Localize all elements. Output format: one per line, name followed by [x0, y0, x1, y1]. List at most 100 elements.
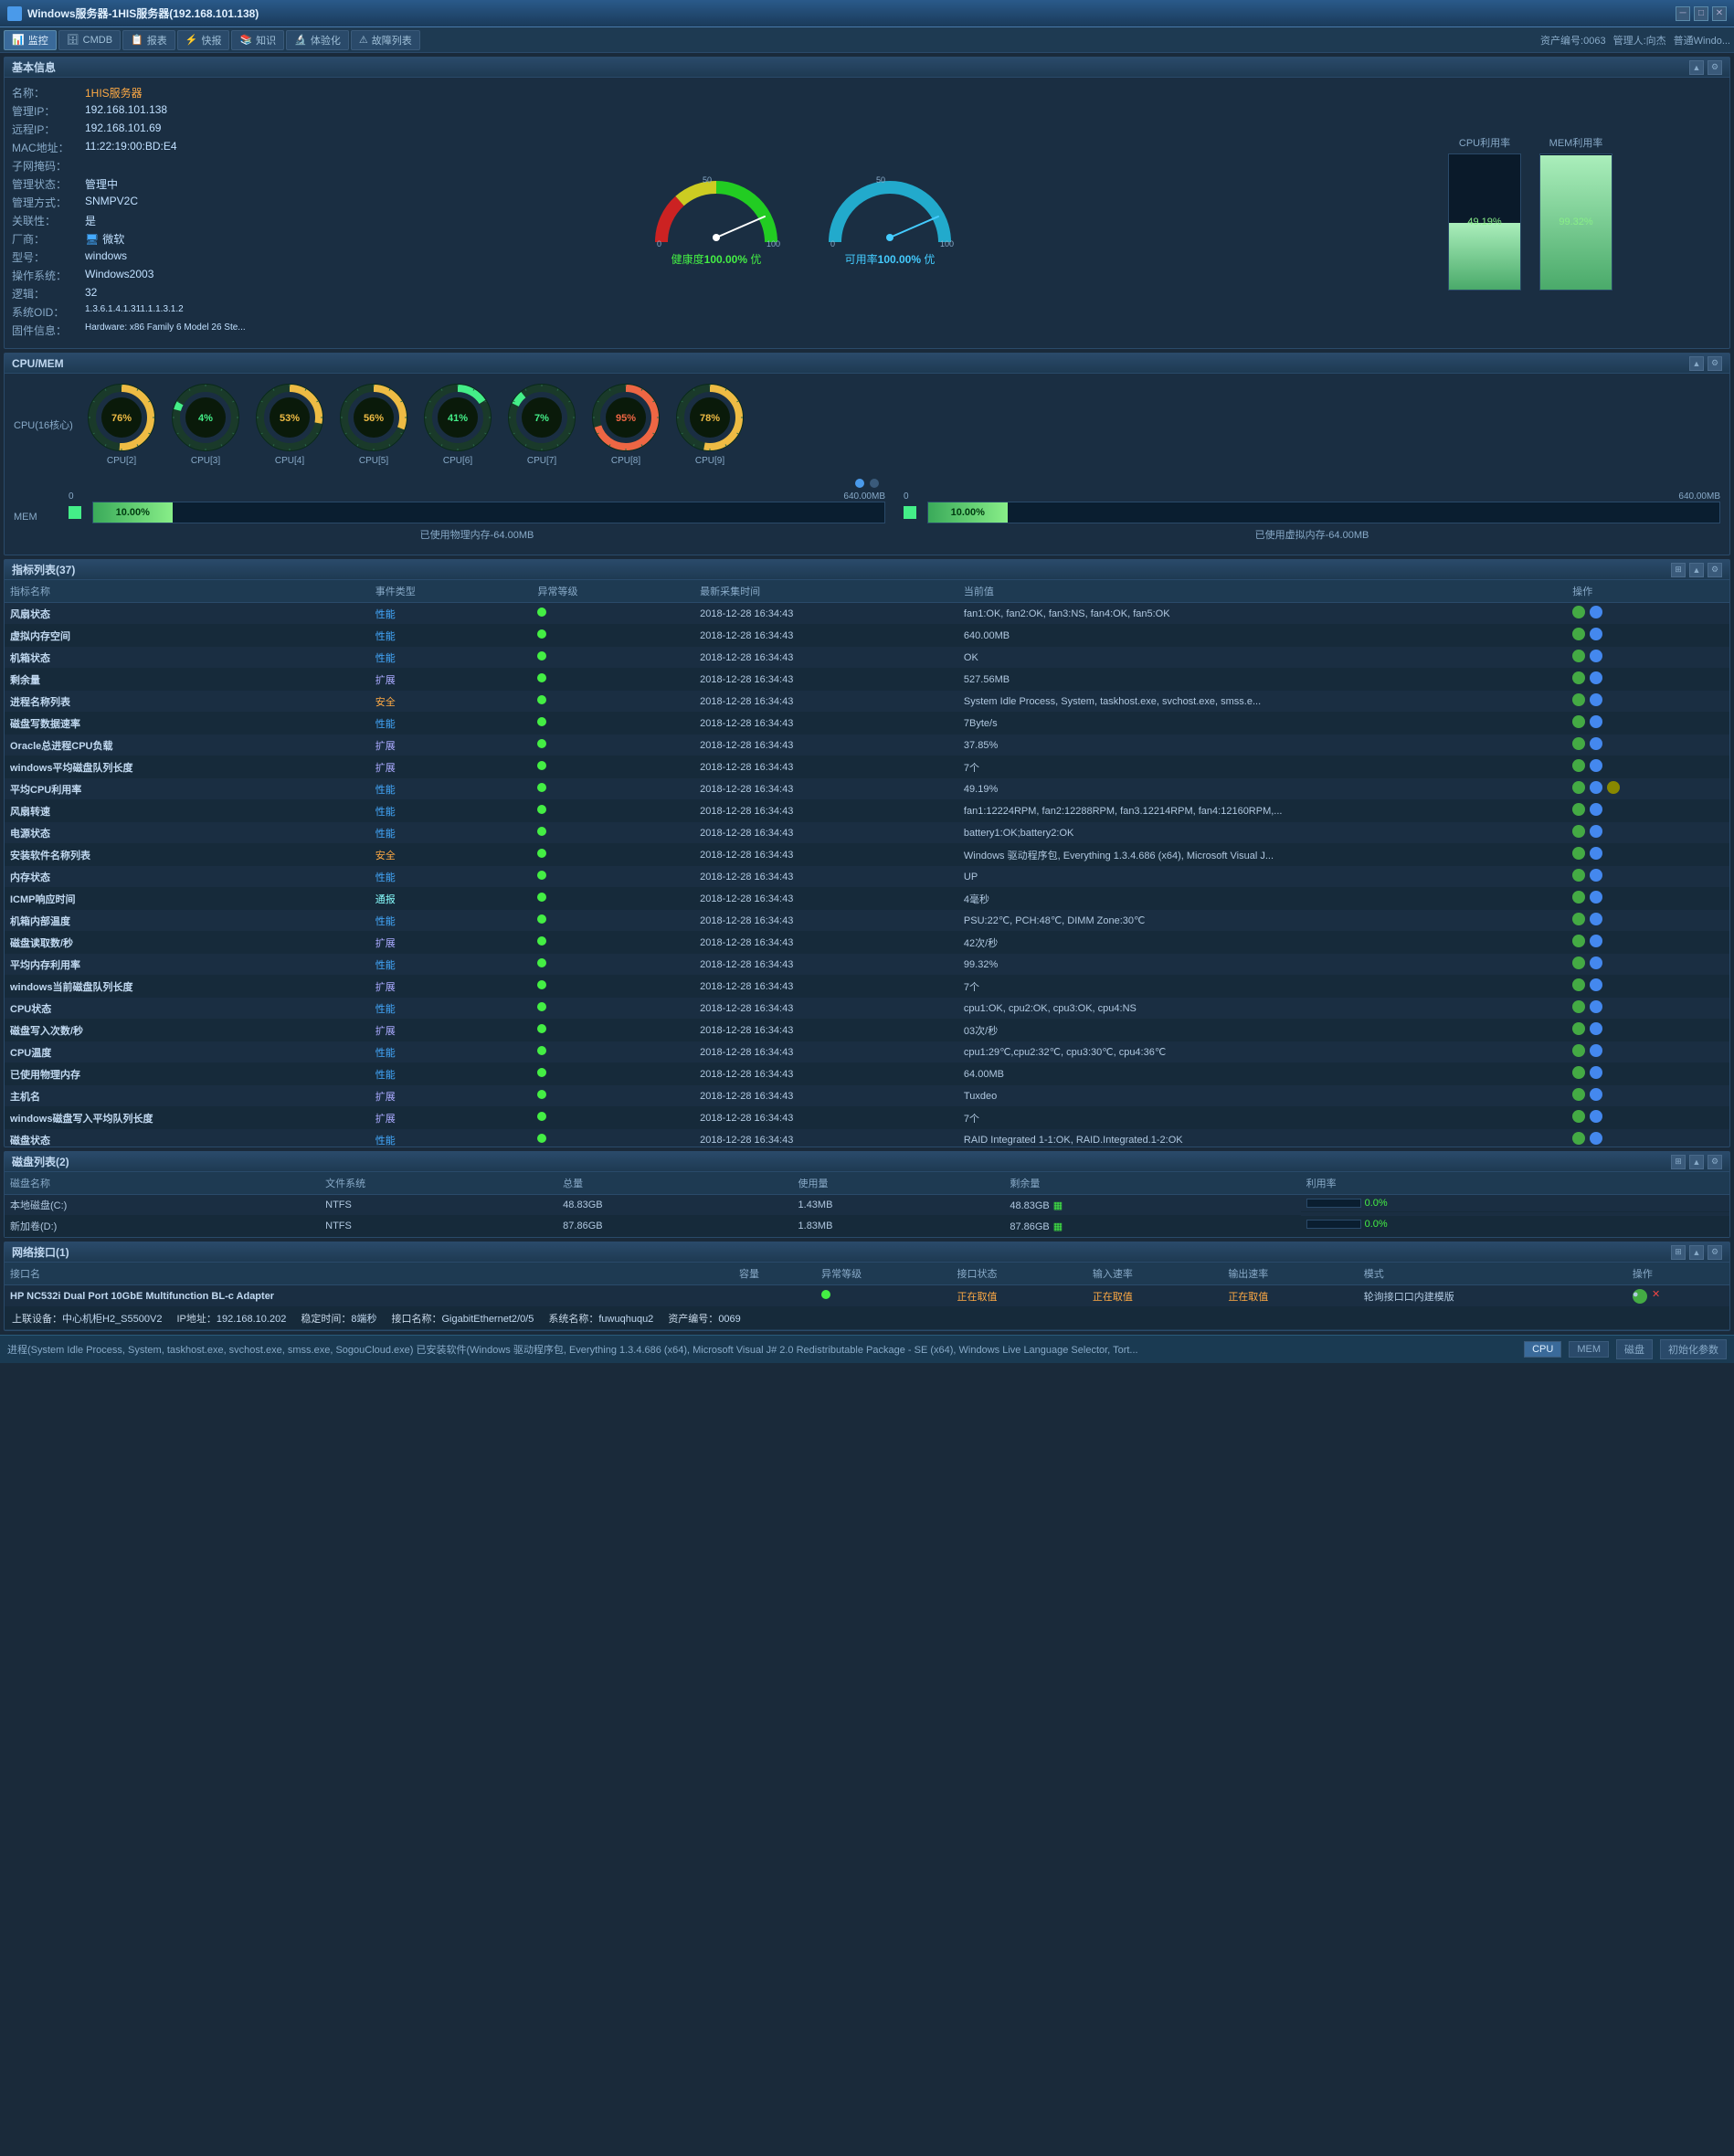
- action-info[interactable]: [1590, 606, 1602, 618]
- action-info[interactable]: [1590, 671, 1602, 684]
- indicator-section: 指标列表(37) ⊞ ▲ ⚙ 指标名称 事件类型 异常等级 最新采集时间 当前值…: [4, 559, 1730, 1147]
- action-view[interactable]: [1572, 715, 1585, 728]
- window-title: Windows服务器-1HIS服务器(192.168.101.138): [27, 5, 259, 21]
- action-info[interactable]: [1590, 1088, 1602, 1101]
- maximize-button[interactable]: □: [1694, 6, 1708, 21]
- indicator-scroll[interactable]: 指标名称 事件类型 异常等级 最新采集时间 当前值 操作 风扇状态 性能 201…: [5, 580, 1729, 1147]
- action-info[interactable]: [1590, 891, 1602, 904]
- action-view[interactable]: [1572, 650, 1585, 662]
- action-view[interactable]: [1572, 1132, 1585, 1145]
- mem-row-label: MEM: [14, 512, 50, 523]
- net-action-view[interactable]: ●: [1633, 1289, 1647, 1304]
- indicator-name: 内存状态: [5, 866, 370, 888]
- action-info[interactable]: [1590, 847, 1602, 860]
- btab-disk[interactable]: 磁盘: [1616, 1339, 1653, 1359]
- action-info[interactable]: [1590, 693, 1602, 706]
- action-view[interactable]: [1572, 891, 1585, 904]
- indicator-name: CPU状态: [5, 998, 370, 1020]
- nav-tab-experience[interactable]: 🔬 体验化: [286, 30, 349, 50]
- btab-init[interactable]: 初始化参数: [1660, 1339, 1727, 1359]
- dot-2[interactable]: [870, 479, 879, 488]
- disk-settings-button[interactable]: ⚙: [1708, 1155, 1722, 1169]
- table-row: 机箱状态 性能 2018-12-28 16:34:43 OK: [5, 647, 1729, 669]
- nav-tab-knowledge[interactable]: 📚 知识: [231, 30, 284, 50]
- action-info[interactable]: [1590, 825, 1602, 838]
- action-info[interactable]: [1590, 1000, 1602, 1013]
- action-view[interactable]: [1572, 825, 1585, 838]
- action-view[interactable]: [1572, 1022, 1585, 1035]
- action-info[interactable]: [1590, 759, 1602, 772]
- network-settings-button[interactable]: ⚙: [1708, 1245, 1722, 1260]
- indicator-collapse-button[interactable]: ▲: [1689, 563, 1704, 577]
- action-info[interactable]: [1590, 978, 1602, 991]
- action-view[interactable]: [1572, 671, 1585, 684]
- network-expand-button[interactable]: ⊞: [1671, 1245, 1686, 1260]
- indicator-expand-button[interactable]: ⊞: [1671, 563, 1686, 577]
- action-view[interactable]: [1572, 628, 1585, 640]
- action-edit[interactable]: [1607, 781, 1620, 794]
- action-info[interactable]: [1590, 737, 1602, 750]
- action-info[interactable]: [1590, 1132, 1602, 1145]
- indicator-actions: [1567, 625, 1729, 647]
- indicator-settings-button[interactable]: ⚙: [1708, 563, 1722, 577]
- action-info[interactable]: [1590, 935, 1602, 947]
- close-button[interactable]: ✕: [1712, 6, 1727, 21]
- indicator-alarm: [532, 1129, 694, 1147]
- cpu-settings-button[interactable]: ⚙: [1708, 356, 1722, 371]
- nav-tab-monitor[interactable]: 📊 监控: [4, 30, 57, 50]
- window-controls: ─ □ ✕: [1676, 6, 1727, 21]
- indicator-alarm: [532, 976, 694, 998]
- action-view[interactable]: [1572, 606, 1585, 618]
- dot-1[interactable]: [855, 479, 864, 488]
- settings-button[interactable]: ⚙: [1708, 60, 1722, 75]
- action-view[interactable]: [1572, 869, 1585, 882]
- action-info[interactable]: [1590, 956, 1602, 969]
- disk-expand-button[interactable]: ⊞: [1671, 1155, 1686, 1169]
- action-info[interactable]: [1590, 1066, 1602, 1079]
- indicator-name: 电源状态: [5, 822, 370, 844]
- network-collapse-button[interactable]: ▲: [1689, 1245, 1704, 1260]
- action-info[interactable]: [1590, 715, 1602, 728]
- action-view[interactable]: [1572, 737, 1585, 750]
- table-row: 安装软件名称列表 安全 2018-12-28 16:34:43 Windows …: [5, 844, 1729, 866]
- action-view[interactable]: [1572, 847, 1585, 860]
- action-view[interactable]: [1572, 1088, 1585, 1101]
- action-view[interactable]: [1572, 1066, 1585, 1079]
- cpu-collapse-button[interactable]: ▲: [1689, 356, 1704, 371]
- table-row: windows当前磁盘队列长度 扩展 2018-12-28 16:34:43 7…: [5, 976, 1729, 998]
- minimize-button[interactable]: ─: [1676, 6, 1690, 21]
- action-view[interactable]: [1572, 781, 1585, 794]
- action-info[interactable]: [1590, 1022, 1602, 1035]
- action-view[interactable]: [1572, 956, 1585, 969]
- action-view[interactable]: [1572, 1000, 1585, 1013]
- net-action-delete[interactable]: ✕: [1652, 1289, 1660, 1300]
- action-info[interactable]: [1590, 781, 1602, 794]
- collapse-button[interactable]: ▲: [1689, 60, 1704, 75]
- indicator-time: 2018-12-28 16:34:43: [694, 800, 958, 822]
- action-view[interactable]: [1572, 759, 1585, 772]
- action-info[interactable]: [1590, 1044, 1602, 1057]
- action-info[interactable]: [1590, 869, 1602, 882]
- action-view[interactable]: [1572, 693, 1585, 706]
- action-view[interactable]: [1572, 1110, 1585, 1123]
- action-view[interactable]: [1572, 803, 1585, 816]
- action-info[interactable]: [1590, 650, 1602, 662]
- action-view[interactable]: [1572, 1044, 1585, 1057]
- disk-collapse-button[interactable]: ▲: [1689, 1155, 1704, 1169]
- btab-cpu[interactable]: CPU: [1524, 1341, 1561, 1358]
- nav-tab-fault[interactable]: ⚠ 故障列表: [351, 30, 420, 50]
- indicator-name: windows平均磁盘队列长度: [5, 756, 370, 778]
- action-info[interactable]: [1590, 1110, 1602, 1123]
- action-info[interactable]: [1590, 803, 1602, 816]
- action-view[interactable]: [1572, 978, 1585, 991]
- nav-tab-quick[interactable]: ⚡ 快报: [177, 30, 230, 50]
- btab-mem[interactable]: MEM: [1569, 1341, 1609, 1358]
- action-view[interactable]: [1572, 935, 1585, 947]
- action-info[interactable]: [1590, 913, 1602, 925]
- nav-tab-cmdb[interactable]: 🗄 CMDB: [58, 30, 121, 50]
- indicator-actions: [1567, 976, 1729, 998]
- action-info[interactable]: [1590, 628, 1602, 640]
- nav-tab-report[interactable]: 📋 报表: [122, 30, 175, 50]
- action-view[interactable]: [1572, 913, 1585, 925]
- indicator-header: 指标列表(37) ⊞ ▲ ⚙: [5, 560, 1729, 580]
